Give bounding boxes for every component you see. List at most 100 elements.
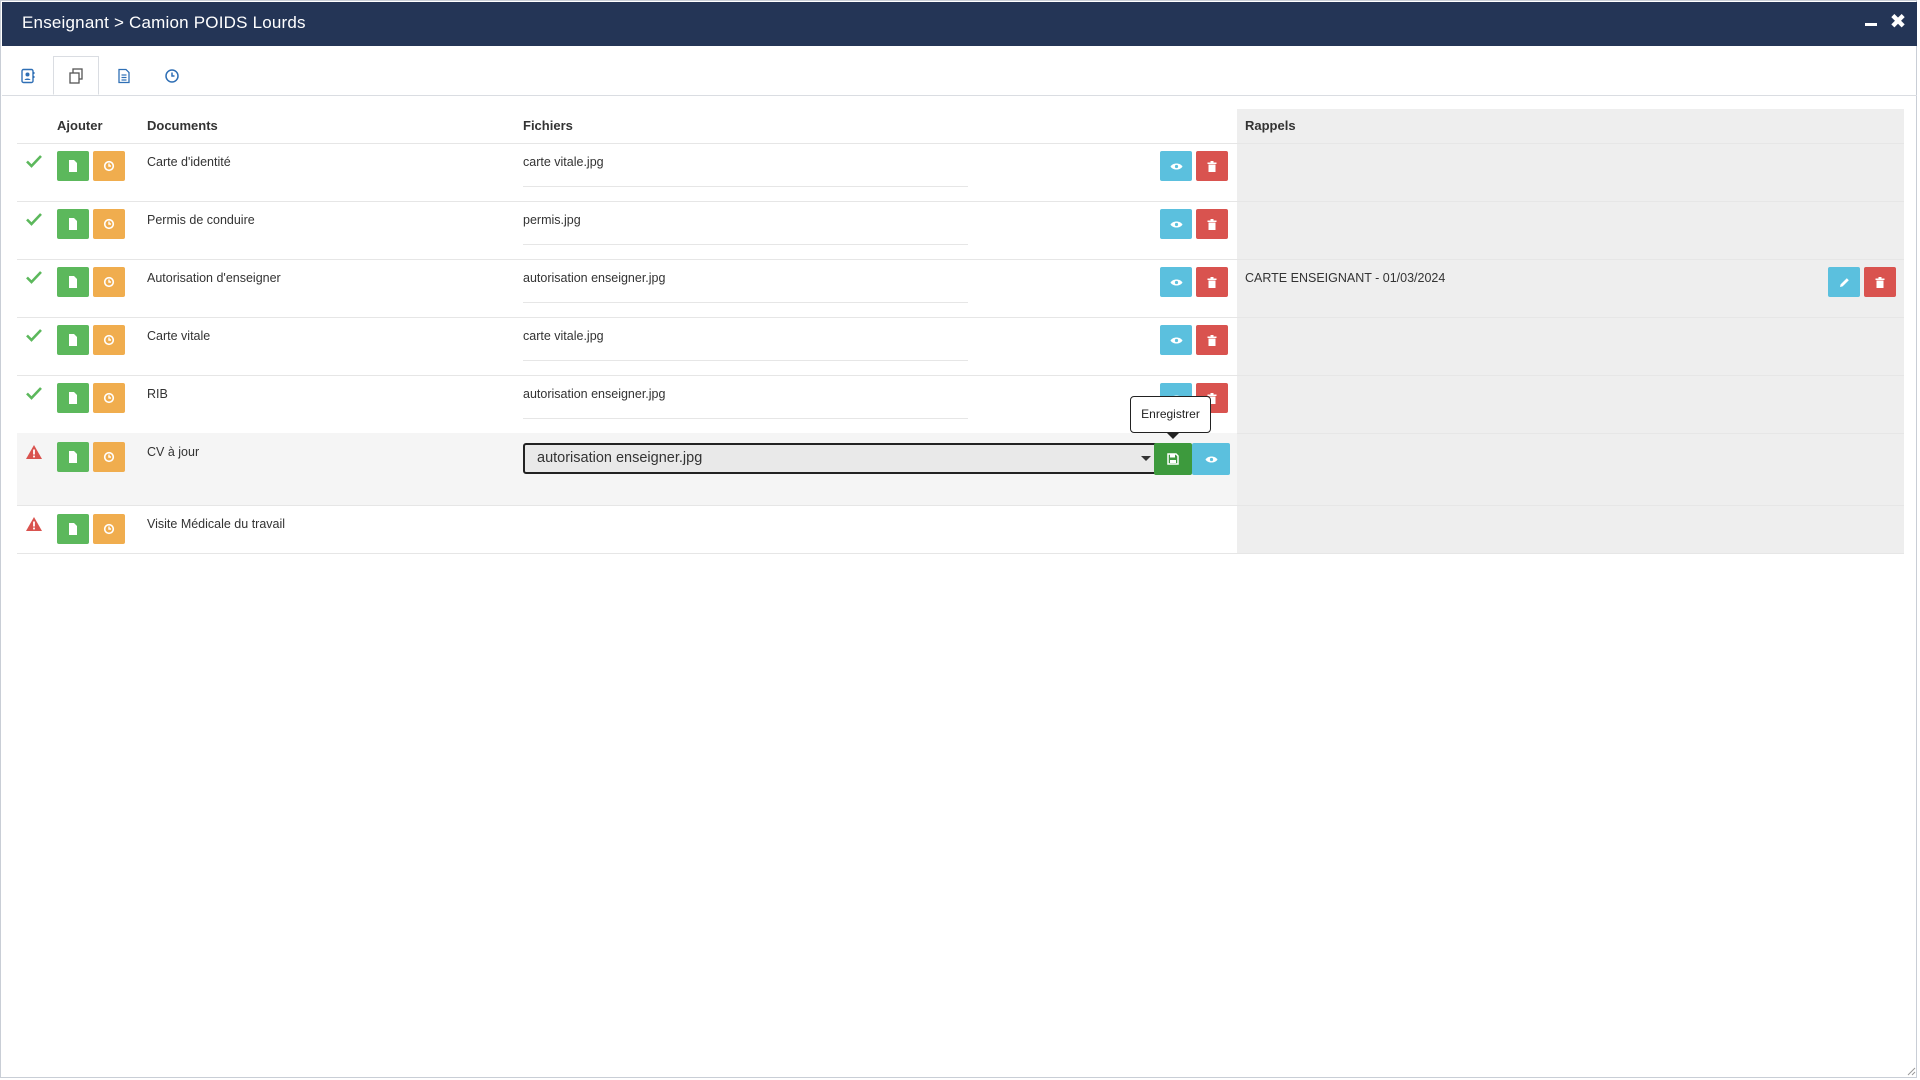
minimize-icon[interactable]: [1860, 11, 1882, 35]
trash-icon: [1207, 218, 1217, 230]
add-reminder-button[interactable]: [93, 325, 125, 355]
delete-file-button[interactable]: [1196, 267, 1228, 297]
header-fichiers: Fichiers: [523, 118, 573, 133]
document-name: Carte vitale: [147, 329, 211, 343]
clock-icon: [103, 160, 115, 172]
save-button[interactable]: [1154, 443, 1192, 475]
tab-bar: [2, 54, 1917, 96]
tab-contact[interactable]: [5, 56, 51, 95]
document-name: Visite Médicale du travail: [147, 517, 286, 531]
delete-reminder-button[interactable]: [1864, 267, 1896, 297]
clock-icon: [103, 523, 115, 535]
edit-reminder-button[interactable]: [1828, 267, 1860, 297]
check-icon: [26, 213, 42, 226]
document-name: RIB: [147, 387, 168, 401]
add-reminder-button[interactable]: [93, 209, 125, 239]
view-file-button[interactable]: [1160, 267, 1192, 297]
add-reminder-button[interactable]: [93, 267, 125, 297]
file-icon: [69, 160, 77, 172]
delete-file-button[interactable]: [1196, 151, 1228, 181]
window-title: Enseignant > Camion POIDS Lourds: [22, 13, 306, 32]
table-row: Autorisation d'enseigner autorisation en…: [17, 259, 1904, 317]
row-divider: [17, 553, 1904, 554]
table-row: Visite Médicale du travail: [17, 505, 1904, 553]
pencil-icon: [1839, 277, 1849, 287]
resize-grip-icon[interactable]: [1906, 1066, 1916, 1076]
document-name: Carte d'identité: [147, 155, 231, 169]
file-icon: [69, 334, 77, 346]
file-name: permis.jpg: [523, 213, 581, 227]
add-reminder-button[interactable]: [93, 383, 125, 413]
file-name: carte vitale.jpg: [523, 329, 604, 343]
view-file-button[interactable]: [1160, 209, 1192, 239]
table-row: Carte d'identité carte vitale.jpg: [17, 143, 1904, 201]
save-icon: [1167, 453, 1179, 465]
tab-file[interactable]: [101, 56, 147, 95]
clock-icon: [103, 218, 115, 230]
add-document-button[interactable]: [57, 151, 89, 181]
clock-icon: [103, 392, 115, 404]
close-icon[interactable]: ✖: [1887, 11, 1909, 35]
table-row: RIB autorisation enseigner.jpg: [17, 375, 1904, 433]
file-name: carte vitale.jpg: [523, 155, 604, 169]
file-icon: [69, 276, 77, 288]
file-select[interactable]: autorisation enseigner.jpg: [523, 443, 1163, 474]
add-document-button[interactable]: [57, 209, 89, 239]
clock-icon: [103, 451, 115, 463]
check-icon: [26, 271, 42, 284]
file-text-icon: [118, 68, 130, 83]
delete-file-button[interactable]: [1196, 325, 1228, 355]
header-documents: Documents: [147, 118, 218, 133]
file-underline: [523, 186, 968, 187]
table-row: Permis de conduire permis.jpg: [17, 201, 1904, 259]
chevron-down-icon: [1141, 456, 1151, 461]
file-underline: [523, 244, 968, 245]
contact-card-icon: [21, 68, 35, 83]
file-select-value: autorisation enseigner.jpg: [537, 450, 703, 466]
check-icon: [26, 329, 42, 342]
file-name: autorisation enseigner.jpg: [523, 271, 666, 285]
table-row: Carte vitale carte vitale.jpg: [17, 317, 1904, 375]
warning-icon: [26, 517, 42, 531]
clock-icon: [103, 334, 115, 346]
table-row: CV à jour autorisation enseigner.jpg: [17, 433, 1237, 505]
file-icon: [69, 451, 77, 463]
document-name: CV à jour: [147, 445, 200, 459]
file-icon: [69, 218, 77, 230]
warning-icon: [26, 445, 42, 459]
document-name: Autorisation d'enseigner: [147, 271, 281, 285]
header-rappels: Rappels: [1245, 118, 1296, 133]
view-file-button[interactable]: [1160, 325, 1192, 355]
add-reminder-button[interactable]: [93, 151, 125, 181]
eye-icon: [1170, 279, 1182, 285]
file-icon: [69, 392, 77, 404]
add-document-button[interactable]: [57, 267, 89, 297]
add-reminder-button[interactable]: [93, 442, 125, 472]
file-underline: [523, 360, 968, 361]
file-icon: [69, 523, 77, 535]
add-document-button[interactable]: [57, 325, 89, 355]
documents-copy-icon: [69, 67, 83, 84]
view-file-button[interactable]: [1160, 151, 1192, 181]
add-document-button[interactable]: [57, 383, 89, 413]
check-icon: [26, 155, 42, 168]
tab-history[interactable]: [149, 56, 195, 95]
trash-icon: [1207, 160, 1217, 172]
trash-icon: [1207, 276, 1217, 288]
title-bar: Enseignant > Camion POIDS Lourds ✖: [2, 2, 1917, 46]
file-underline: [523, 302, 968, 303]
clock-icon: [165, 68, 179, 83]
trash-icon: [1207, 334, 1217, 346]
eye-icon: [1170, 221, 1182, 227]
eye-icon: [1170, 163, 1182, 169]
trash-icon: [1875, 276, 1885, 288]
delete-file-button[interactable]: [1196, 209, 1228, 239]
view-file-button[interactable]: [1192, 443, 1230, 475]
tab-documents[interactable]: [53, 56, 99, 95]
add-document-button[interactable]: [57, 514, 89, 544]
add-reminder-button[interactable]: [93, 514, 125, 544]
document-name: Permis de conduire: [147, 213, 255, 227]
file-underline: [523, 418, 968, 419]
check-icon: [26, 387, 42, 400]
add-document-button[interactable]: [57, 442, 89, 472]
